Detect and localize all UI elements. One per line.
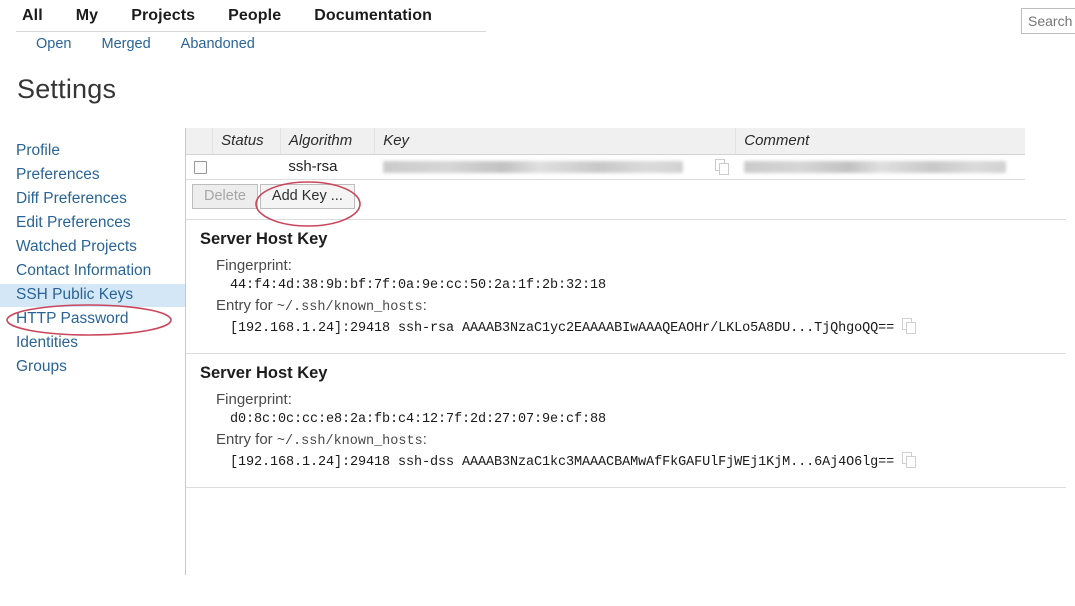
settings-page: All My Projects People Documentation Ope… — [0, 0, 1075, 606]
sidebar-item-diff-preferences[interactable]: Diff Preferences — [0, 188, 185, 211]
server-host-key-section-1: Server Host Key Fingerprint: 44:f4:4d:38… — [186, 220, 1075, 354]
topnav-divider — [16, 31, 486, 32]
delete-button[interactable]: Delete — [192, 183, 258, 209]
copy-icon[interactable] — [902, 451, 917, 476]
top-navigation: All My Projects People Documentation — [0, 0, 1075, 32]
fingerprint-value: d0:8c:0c:cc:e8:2a:fb:c4:12:7f:2d:27:07:9… — [230, 411, 607, 427]
cell-comment — [735, 154, 1025, 180]
topnav-item-documentation[interactable]: Documentation — [314, 7, 432, 25]
subnav-item-abandoned[interactable]: Abandoned — [181, 36, 255, 52]
sidebar-item-groups[interactable]: Groups — [0, 356, 185, 379]
main-content: Status Algorithm Key Comment ssh-rsa Del… — [186, 128, 1075, 488]
copy-icon[interactable] — [902, 317, 917, 342]
server-host-key-section-2: Server Host Key Fingerprint: d0:8c:0c:cc… — [186, 354, 1075, 488]
fingerprint-value: 44:f4:4d:38:9b:bf:7f:0a:9e:cc:50:2a:1f:2… — [230, 277, 607, 293]
table-row[interactable]: ssh-rsa — [186, 154, 1025, 180]
known-hosts-path: ~/.ssh/known_hosts — [276, 433, 423, 449]
sidebar-item-preferences[interactable]: Preferences — [0, 164, 185, 187]
column-header-select[interactable] — [186, 128, 214, 155]
copy-icon[interactable] — [714, 158, 730, 179]
known-hosts-label-prefix: Entry for — [216, 296, 277, 314]
sidebar-item-watched-projects[interactable]: Watched Projects — [0, 236, 185, 259]
known-hosts-entry-value: [192.168.1.24]:29418 ssh-rsa AAAAB3NzaC1… — [230, 320, 895, 336]
sidebar-item-edit-preferences[interactable]: Edit Preferences — [0, 212, 185, 235]
column-header-algorithm[interactable]: Algorithm — [280, 128, 376, 155]
known-hosts-entry-value: [192.168.1.24]:29418 ssh-dss AAAAB3NzaC1… — [230, 454, 895, 470]
sidebar-item-ssh-public-keys[interactable]: SSH Public Keys — [0, 284, 185, 307]
add-key-button[interactable]: Add Key ... — [259, 183, 355, 209]
host-key-heading: Server Host Key — [200, 363, 328, 382]
topnav-item-people[interactable]: People — [228, 7, 281, 25]
subnav-item-merged[interactable]: Merged — [101, 36, 150, 52]
sidebar-item-profile[interactable]: Profile — [0, 140, 185, 163]
known-hosts-entry-line: [192.168.1.24]:29418 ssh-dss AAAAB3NzaC1… — [230, 451, 1075, 476]
redacted-key-value — [382, 160, 683, 173]
settings-sidebar: Profile Preferences Diff Preferences Edi… — [0, 140, 185, 380]
row-checkbox[interactable] — [194, 160, 207, 174]
subnav-item-open[interactable]: Open — [36, 36, 71, 52]
sub-navigation: Open Merged Abandoned — [0, 36, 255, 52]
known-hosts-entry-line: [192.168.1.24]:29418 ssh-rsa AAAAB3NzaC1… — [230, 317, 1075, 342]
known-hosts-label-prefix: Entry for — [216, 430, 277, 448]
fingerprint-label: Fingerprint: — [216, 390, 292, 408]
cell-algorithm: ssh-rsa — [280, 154, 375, 180]
known-hosts-path: ~/.ssh/known_hosts — [276, 299, 423, 315]
column-header-status[interactable]: Status — [212, 128, 281, 155]
redacted-comment-value — [743, 160, 1006, 173]
row-select-cell[interactable] — [186, 154, 213, 180]
page-title: Settings — [17, 74, 117, 104]
known-hosts-label-suffix: : — [422, 430, 427, 448]
sidebar-item-http-password[interactable]: HTTP Password — [0, 308, 185, 331]
key-actions-toolbar: Delete Add Key ... — [192, 183, 1075, 209]
fingerprint-label: Fingerprint: — [216, 256, 292, 274]
search-input[interactable] — [1021, 8, 1075, 34]
column-header-comment[interactable]: Comment — [735, 128, 1025, 155]
host-key-heading: Server Host Key — [200, 229, 328, 248]
topnav-item-all[interactable]: All — [22, 7, 43, 25]
known-hosts-label-suffix: : — [422, 296, 427, 314]
sidebar-item-identities[interactable]: Identities — [0, 332, 185, 355]
sidebar-item-contact-information[interactable]: Contact Information — [0, 260, 185, 283]
topnav-item-projects[interactable]: Projects — [131, 7, 195, 25]
known-hosts-label: Entry for ~/.ssh/known_hosts: — [216, 296, 1075, 318]
topnav-item-my[interactable]: My — [76, 7, 98, 25]
section-divider-bottom — [186, 486, 1066, 488]
ssh-keys-table: Status Algorithm Key Comment ssh-rsa — [186, 128, 1025, 180]
cell-status — [212, 154, 281, 180]
cell-key — [374, 154, 736, 180]
column-header-key[interactable]: Key — [374, 128, 737, 155]
table-header-row: Status Algorithm Key Comment — [186, 128, 1025, 155]
known-hosts-label: Entry for ~/.ssh/known_hosts: — [216, 430, 1075, 452]
